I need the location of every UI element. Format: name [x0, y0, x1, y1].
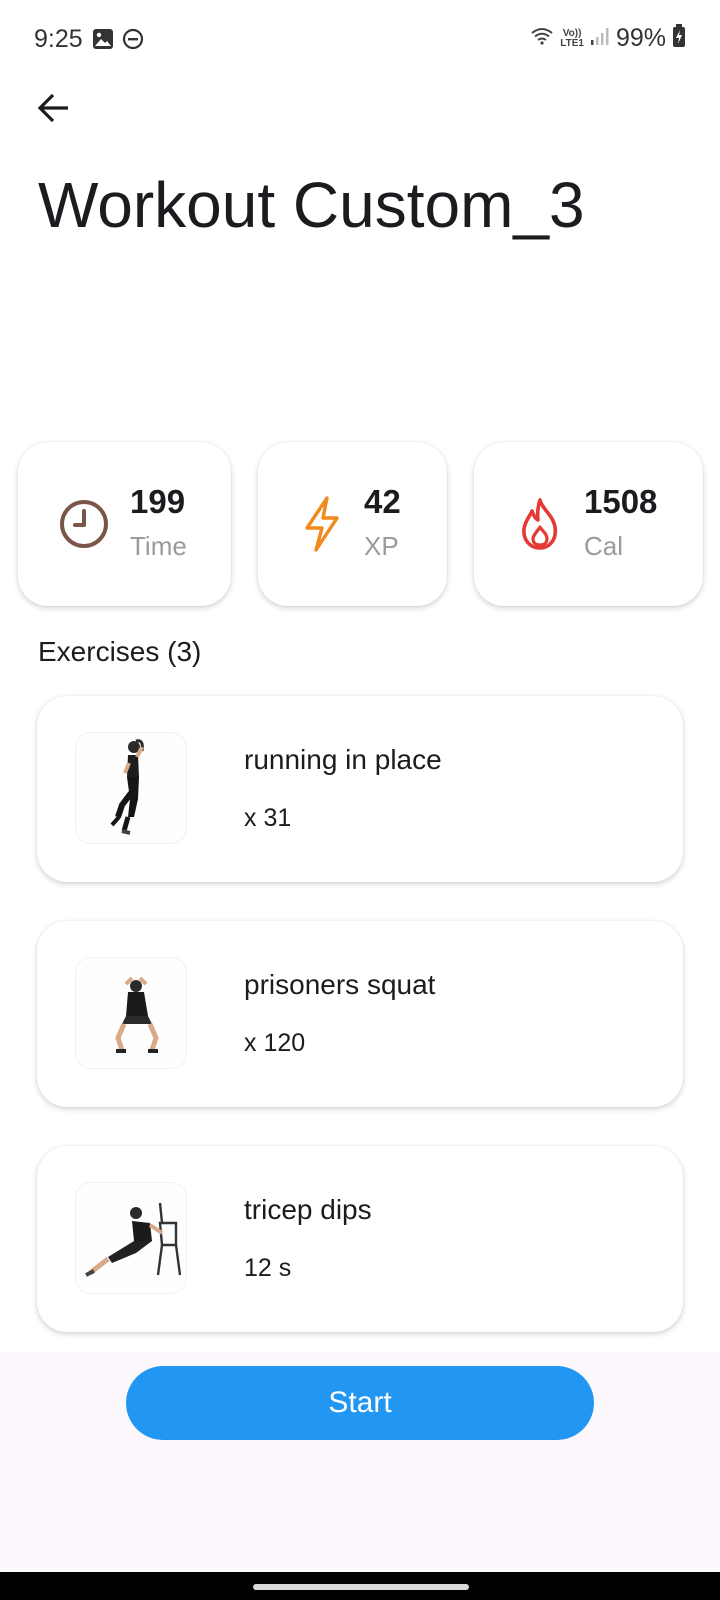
fire-icon [518, 496, 562, 552]
image-icon [92, 28, 114, 55]
exercises-section-title: Exercises (3) [38, 636, 202, 667]
exercise-card[interactable]: prisoners squat x 120 [37, 921, 683, 1107]
calories-value: 1508 [584, 483, 658, 520]
xp-label: XP [364, 531, 399, 561]
wifi-icon [530, 26, 554, 51]
start-button[interactable]: Start [126, 1366, 594, 1440]
do-not-disturb-icon [122, 28, 144, 55]
exercise-name: prisoners squat [244, 969, 436, 1000]
back-button[interactable] [32, 88, 76, 132]
time-value: 199 [130, 483, 186, 520]
signal-icon [590, 26, 610, 51]
exercise-amount: x 31 [244, 804, 292, 832]
workout-detail-screen: 9:25 Vo)) LTE1 99% Workout Custom_3 199 … [0, 0, 720, 1600]
exercise-thumbnail [75, 957, 187, 1069]
home-gesture-handle[interactable] [253, 1584, 469, 1590]
exercise-card[interactable]: tricep dips 12 s [37, 1146, 683, 1332]
exercise-thumbnail [75, 732, 187, 844]
status-time: 9:25 [34, 25, 83, 53]
arrow-left-icon [37, 93, 71, 128]
time-label: Time [130, 531, 187, 561]
lightning-icon [302, 496, 342, 552]
system-navigation-bar [0, 1572, 720, 1600]
calories-label: Cal [584, 531, 624, 561]
page-title: Workout Custom_3 [38, 169, 585, 241]
exercise-thumbnail [75, 1182, 187, 1294]
exercise-name: running in place [244, 744, 442, 775]
exercise-name: tricep dips [244, 1194, 372, 1225]
clock-icon [56, 496, 112, 552]
battery-charging-icon [672, 24, 686, 53]
xp-stat-card: 42 XP [258, 442, 447, 606]
xp-value: 42 [364, 483, 401, 520]
exercise-amount: 12 s [244, 1254, 292, 1282]
exercise-amount: x 120 [244, 1029, 306, 1057]
exercise-card[interactable]: running in place x 31 [37, 696, 683, 882]
calories-stat-card: 1508 Cal [474, 442, 703, 606]
time-stat-card: 199 Time [18, 442, 231, 606]
lte-indicator: Vo)) LTE1 [560, 27, 584, 49]
status-bar: 9:25 Vo)) LTE1 99% [0, 0, 720, 80]
battery-percent: 99% [615, 24, 666, 52]
